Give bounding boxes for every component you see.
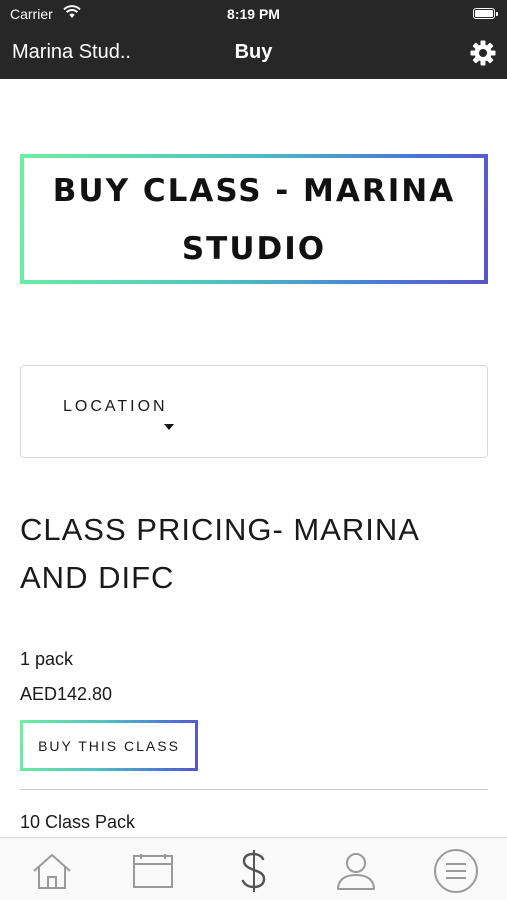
tab-buy[interactable] [230, 848, 278, 894]
pricing-title-line1: CLASS PRICING- MARINA [20, 512, 420, 547]
pricing-title-line2: AND DIFC [20, 560, 175, 595]
dollar-icon [241, 850, 266, 892]
pack-name: 1 pack [20, 649, 74, 669]
hero-title-line1: BUY CLASS - MARINA [52, 173, 456, 209]
user-icon [337, 853, 375, 890]
status-bar: Carrier 8:19 PM [0, 0, 507, 28]
tab-bar [0, 837, 507, 900]
pack-name: 10 Class Pack [20, 812, 136, 832]
navigation-bar: Marina Stud.. Buy [0, 28, 507, 79]
buy-class-button-label: BUY THIS CLASS [23, 723, 195, 768]
page-title: Buy [234, 41, 273, 63]
hero-title-line2: STUDIO [181, 231, 327, 267]
location-label: LOCATION [63, 398, 168, 415]
pack-price: AED142.80 [20, 684, 113, 704]
buy-class-button[interactable]: BUY THIS CLASS [20, 720, 198, 771]
chevron-down-icon [164, 424, 174, 430]
clock: 8:19 PM [227, 6, 280, 22]
menu-icon [434, 849, 478, 893]
main-content: BUY CLASS - MARINA STUDIO LOCATION CLASS… [0, 79, 507, 837]
gear-icon[interactable] [469, 39, 497, 67]
pricing-title: CLASS PRICING- MARINA AND DIFC [20, 506, 490, 602]
hero-title: BUY CLASS - MARINA STUDIO [24, 158, 484, 280]
divider [20, 789, 488, 790]
tab-schedule[interactable] [129, 848, 177, 894]
tab-menu[interactable] [432, 848, 480, 894]
battery-icon [473, 8, 498, 19]
calendar-icon [133, 854, 173, 888]
tab-profile[interactable] [332, 848, 380, 894]
location-dropdown[interactable]: LOCATION [20, 365, 488, 458]
hero-banner: BUY CLASS - MARINA STUDIO [20, 154, 488, 284]
tab-home[interactable] [28, 848, 76, 894]
home-icon [33, 854, 71, 889]
